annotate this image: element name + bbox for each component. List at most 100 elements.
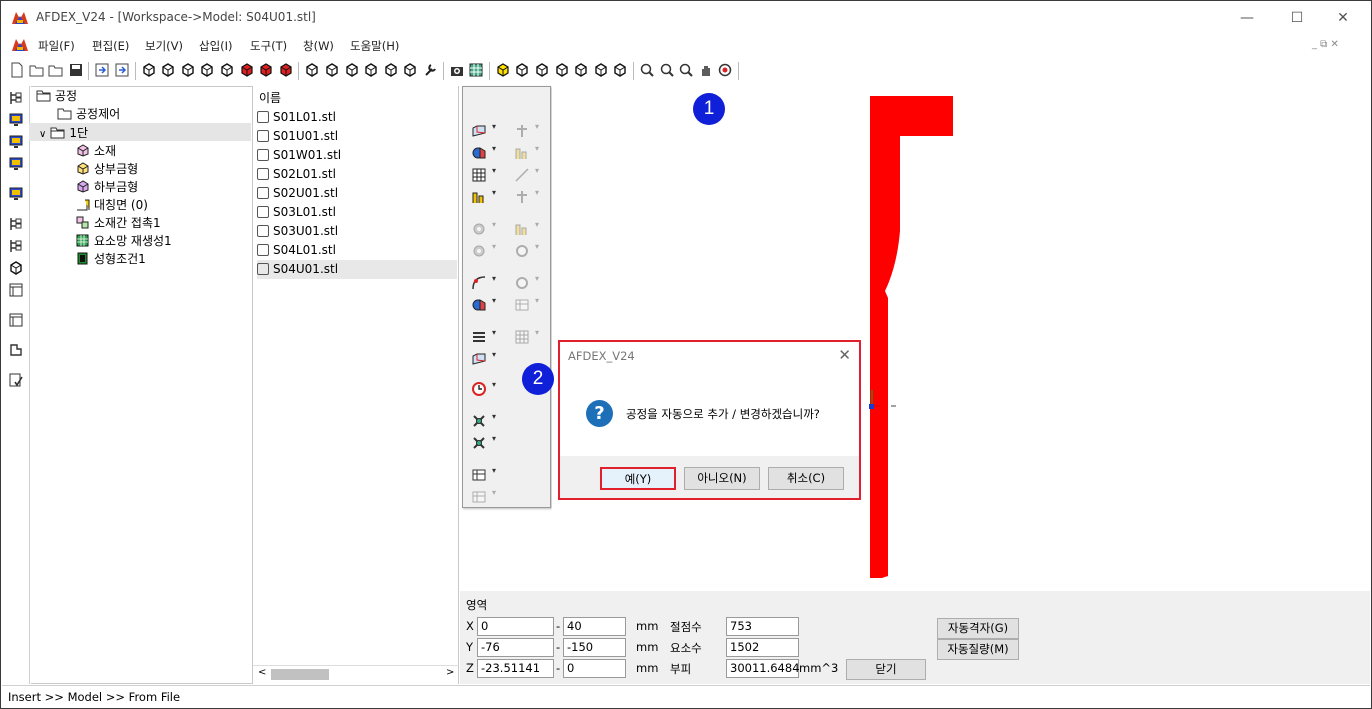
die-tool-button[interactable]: ▾ [466,121,504,141]
file-item[interactable]: S01U01.stl [257,127,457,146]
pin-tool-button[interactable]: ▾ [509,187,547,207]
file-item[interactable]: S03U01.stl [257,222,457,241]
tree-node-contact[interactable]: 소재간 접촉1 [75,214,161,232]
wrench-button[interactable] [422,62,438,78]
gear-tool-1-button[interactable]: ▾ [466,219,504,239]
material-tool-button[interactable]: ▾ [466,143,504,163]
display-button[interactable] [8,134,24,150]
dialog-close-icon[interactable]: ✕ [838,346,851,364]
stack-tool-button[interactable]: ▾ [466,327,504,347]
dropdown-arrow-icon[interactable]: ▾ [492,434,496,443]
open-folder-button[interactable] [48,62,64,78]
file-item[interactable]: S02U01.stl [257,184,457,203]
afdex-menu-icon[interactable] [11,37,29,53]
menu-tools[interactable]: 도구(T) [250,38,287,54]
dropdown-arrow-icon[interactable]: ▾ [492,488,496,497]
grid-button[interactable] [468,62,484,78]
model-view-button[interactable] [8,112,24,128]
view-right-button[interactable] [593,62,609,78]
circle-tool-button[interactable]: ▾ [509,241,547,261]
cube-edit-5-button[interactable] [383,62,399,78]
screen-button[interactable] [8,186,24,202]
panel-tool-button[interactable] [8,312,24,328]
view-bottom-button[interactable] [554,62,570,78]
dropdown-arrow-icon[interactable]: ▾ [492,166,496,175]
scrollbar-thumb[interactable] [271,669,329,680]
expand-chevron-icon[interactable]: ∨ [39,129,46,140]
tree-node-stage-1[interactable]: ∨ 1단 [39,124,88,142]
dropdown-arrow-icon[interactable]: ▾ [492,188,496,197]
cube-red-2-button[interactable] [258,62,274,78]
curve-tool-button[interactable]: ▾ [466,273,504,293]
mdi-window-controls[interactable]: _ ⧉ ✕ [1312,39,1339,50]
dropdown-arrow-icon[interactable]: ▾ [535,188,539,197]
tree-node-symmetry-plane[interactable]: 대칭면 (0) [75,196,148,214]
auto-mesh-button[interactable]: 자동격자(G) [937,618,1019,639]
close-panel-button[interactable]: 닫기 [846,659,926,680]
tree-node-forming-condition[interactable]: 성형조건1 [75,250,146,268]
x-min-field[interactable]: 0 [477,617,554,636]
file-item[interactable]: S01W01.stl [257,146,457,165]
no-button[interactable]: 아니오(N) [684,467,760,490]
tree-node-upper-die[interactable]: 상부금형 [75,160,138,178]
cube-red-1-button[interactable] [239,62,255,78]
save-button[interactable] [68,62,84,78]
cube-view-4-button[interactable] [199,62,215,78]
file-item[interactable]: S01L01.stl [257,108,457,127]
tree-node-process-control[interactable]: 공정제어 [57,105,120,123]
scroll-left-arrow-icon[interactable]: < [258,667,266,678]
y-max-field[interactable]: -150 [563,638,626,657]
open-file-button[interactable] [29,62,45,78]
checklist-button[interactable] [8,372,24,388]
dropdown-arrow-icon[interactable]: ▾ [492,350,496,359]
menu-insert[interactable]: 삽입(I) [199,38,233,54]
split-button[interactable] [8,282,24,298]
rotate-button[interactable] [717,62,733,78]
timer-tool-button[interactable]: ▾ [466,379,504,399]
cube-edit-1-button[interactable] [304,62,320,78]
hierarchy-button[interactable] [8,238,24,254]
link-tool-2-button[interactable]: ▾ [466,433,504,453]
model-viewport[interactable] [552,86,1370,591]
cube-edit-2-button[interactable] [324,62,340,78]
name-column-header[interactable]: 이름 [259,89,281,106]
dropdown-arrow-icon[interactable]: ▾ [535,274,539,283]
link-tool-1-button[interactable]: ▾ [466,411,504,431]
cube-view-5-button[interactable] [219,62,235,78]
view-top-button[interactable] [534,62,550,78]
dropdown-arrow-icon[interactable]: ▾ [492,466,496,475]
yes-button[interactable]: 예(Y) [600,467,676,490]
cube-view-3-button[interactable] [180,62,196,78]
mesh-tool-button[interactable]: ▾ [466,165,504,185]
view-left-button[interactable] [573,62,589,78]
tree-node-process[interactable]: 공정 [36,87,77,105]
dropdown-arrow-icon[interactable]: ▾ [492,220,496,229]
zoom-fit-button[interactable] [639,62,655,78]
view-iso-button[interactable] [612,62,628,78]
menu-help[interactable]: 도움말(H) [350,38,399,54]
bracket-tool-button[interactable]: ▾ [466,465,504,485]
file-item-selected[interactable]: S04U01.stl [257,260,457,279]
list-structure-button[interactable] [8,216,24,232]
export-button[interactable] [114,62,130,78]
dropdown-arrow-icon[interactable]: ▾ [535,144,539,153]
minimize-button[interactable]: — [1224,6,1270,30]
dropdown-arrow-icon[interactable]: ▾ [535,296,539,305]
import-button[interactable] [94,62,110,78]
zoom-in-button[interactable] [659,62,675,78]
file-list-scrollbar[interactable]: < > [253,665,459,682]
dropdown-arrow-icon[interactable]: ▾ [492,412,496,421]
z-max-field[interactable]: 0 [563,659,626,678]
tree-node-remesh[interactable]: 요소망 재생성1 [75,232,172,250]
cube-edit-6-button[interactable] [402,62,418,78]
dropdown-arrow-icon[interactable]: ▾ [492,274,496,283]
dropdown-arrow-icon[interactable]: ▾ [535,242,539,251]
measure-tool-button[interactable]: ▾ [466,187,504,207]
dropdown-arrow-icon[interactable]: ▾ [535,220,539,229]
zoom-window-button[interactable] [678,62,694,78]
tree-node-material[interactable]: 소재 [75,142,116,160]
bar-tool-button[interactable]: ▾ [509,143,547,163]
new-file-button[interactable] [9,62,25,78]
tree-view-button[interactable] [8,90,24,106]
tree-node-lower-die[interactable]: 하부금형 [75,178,138,196]
